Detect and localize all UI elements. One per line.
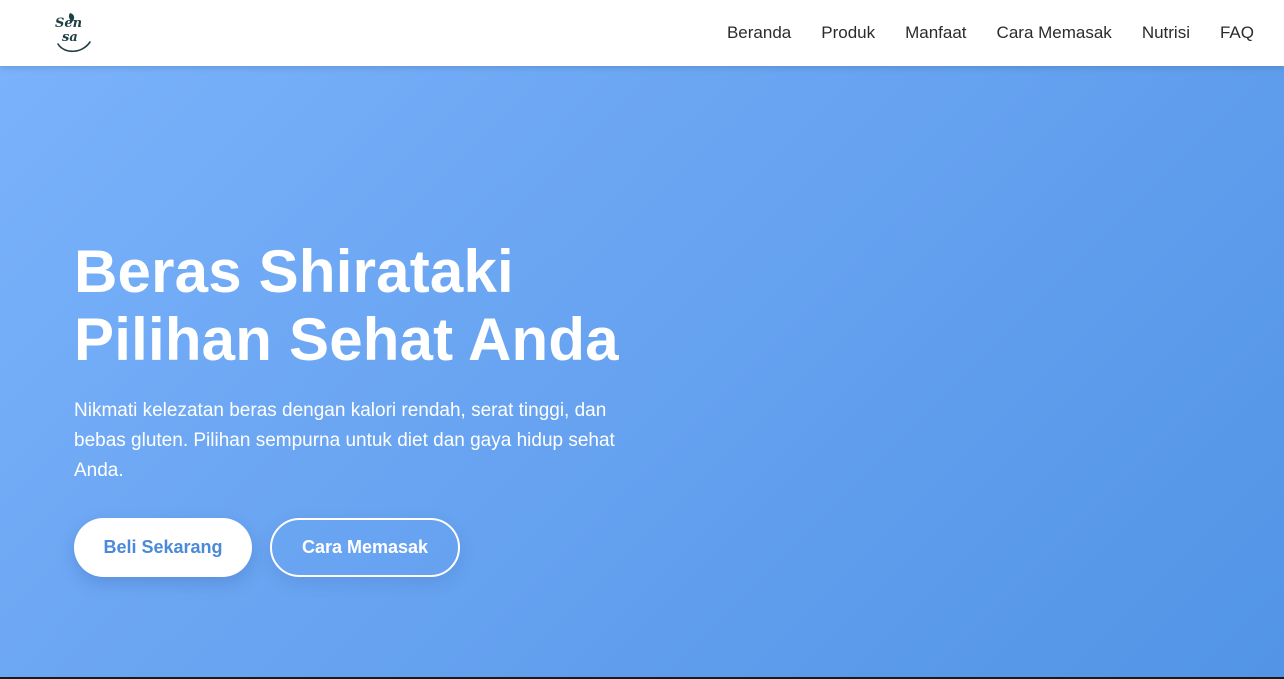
- hero-content: Beras Shirataki Pilihan Sehat Anda Nikma…: [74, 238, 674, 577]
- nav-item-produk[interactable]: Produk: [806, 0, 890, 66]
- main-nav: Beranda Produk Manfaat Cara Memasak Nutr…: [712, 0, 1254, 66]
- how-to-cook-button[interactable]: Cara Memasak: [270, 518, 460, 577]
- nav-item-cara-memasak[interactable]: Cara Memasak: [982, 0, 1127, 66]
- hero-title: Beras Shirataki Pilihan Sehat Anda: [74, 238, 674, 374]
- buy-now-button[interactable]: Beli Sekarang: [74, 518, 252, 577]
- logo-text-top: Sen: [55, 16, 83, 31]
- hero-buttons: Beli Sekarang Cara Memasak: [74, 518, 674, 577]
- top-navbar: Sen sa Beranda Produk Manfaat Cara Memas…: [0, 0, 1284, 66]
- page: Sen sa Beranda Produk Manfaat Cara Memas…: [0, 0, 1284, 677]
- nav-item-manfaat[interactable]: Manfaat: [890, 0, 981, 66]
- nav-item-beranda[interactable]: Beranda: [712, 0, 806, 66]
- hero-title-line-1: Beras Shirataki: [74, 238, 514, 305]
- nav-item-faq[interactable]: FAQ: [1205, 0, 1254, 66]
- logo-text-bottom: sa: [62, 30, 78, 45]
- hero-title-line-2: Pilihan Sehat Anda: [74, 306, 619, 373]
- nav-item-nutrisi[interactable]: Nutrisi: [1127, 0, 1205, 66]
- hero-section: Beras Shirataki Pilihan Sehat Anda Nikma…: [0, 66, 1284, 677]
- hero-description: Nikmati kelezatan beras dengan kalori re…: [74, 400, 615, 481]
- sensa-logo[interactable]: Sen sa: [52, 12, 94, 54]
